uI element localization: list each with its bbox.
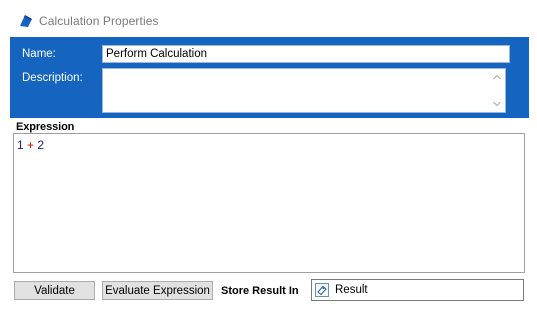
store-result-label: Store Result In [221, 285, 299, 297]
validate-button[interactable]: Validate [14, 281, 95, 300]
description-text[interactable] [105, 71, 487, 110]
calculation-app-icon [20, 15, 32, 27]
evaluate-expression-button[interactable]: Evaluate Expression [102, 281, 213, 300]
name-input[interactable]: Perform Calculation [102, 45, 510, 63]
title-bar: Calculation Properties [0, 0, 537, 40]
expression-editor[interactable]: 1 + 2 [13, 133, 525, 273]
properties-header-panel: Name: Perform Calculation Description: [10, 37, 529, 118]
description-textarea[interactable] [102, 68, 506, 113]
scroll-down-arrow-icon[interactable] [493, 101, 501, 107]
expression-token-operator: + [23, 138, 38, 152]
store-result-field[interactable]: Result [311, 279, 524, 301]
description-scrollbar[interactable] [489, 69, 505, 112]
scroll-up-arrow-icon[interactable] [493, 74, 501, 80]
window-title: Calculation Properties [39, 14, 159, 28]
expression-line[interactable]: 1 + 2 [17, 138, 44, 152]
expression-label: Expression [16, 121, 75, 133]
result-variable-name[interactable]: Result [335, 284, 368, 296]
variable-tag-icon [315, 283, 329, 297]
description-label: Description: [22, 72, 83, 84]
expression-token-number: 2 [37, 138, 45, 152]
name-label: Name: [22, 48, 56, 60]
expression-token-number: 1 [17, 138, 24, 152]
